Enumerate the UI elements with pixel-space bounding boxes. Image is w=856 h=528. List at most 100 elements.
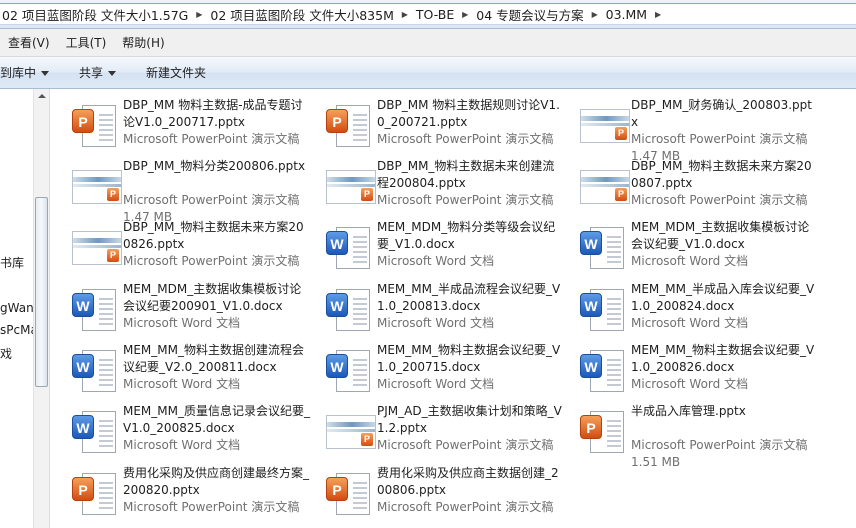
file-name: MEM_MDM_物料分类等级会议纪要_V1.0.docx — [377, 220, 556, 251]
chevron-right-icon[interactable]: ▶ — [456, 10, 474, 19]
word-icon: W — [326, 289, 376, 331]
slide-thumbnail-icon: P — [72, 227, 122, 269]
powerpoint-icon: P — [580, 411, 630, 453]
file-item[interactable]: P PJM_AD_主数据收集计划和策略_V1.2.pptx Microsoft Po… — [304, 401, 562, 459]
address-bar: 02 项目蓝图阶段 文件大小1.57G ▶ 02 项目蓝图阶段 文件大小835M… — [0, 0, 856, 29]
file-name: MEM_MM_物料主数据会议纪要_V1.0_200715.docx — [377, 343, 561, 374]
file-name: DBP_MM_物料主数据未来方案200807.pptx — [631, 159, 812, 190]
file-item[interactable]: W MEM_MM_半成品流程会议纪要_V1.0_200813.docx Micros… — [304, 279, 560, 337]
file-item[interactable]: P 费用化采购及供应商主数据创建_200806.pptx Microsoft Pow… — [304, 463, 559, 521]
file-name: MEM_MM_质量信息记录会议纪要_V1.0_200825.docx — [123, 404, 310, 435]
include-in-library-label: 到库中 — [0, 66, 37, 80]
breadcrumb-item[interactable]: 03.MM — [604, 7, 649, 22]
file-item[interactable]: W MEM_MDM_主数据收集模板讨论会议纪要_V1.0.docx Microsof… — [558, 217, 810, 275]
file-name: DBP_MM_物料主数据未来方案200826.pptx — [123, 220, 304, 251]
menu-bar: 查看(V) 工具(T) 帮助(H) — [0, 29, 856, 57]
new-folder-button[interactable]: 新建文件夹 — [130, 64, 220, 81]
chevron-right-icon[interactable]: ▶ — [396, 10, 414, 19]
file-name: MEM_MDM_主数据收集模板讨论会议纪要_V1.0.docx — [631, 220, 810, 251]
file-size: 1.51 MB — [631, 455, 681, 469]
scroll-up-arrow-icon[interactable] — [38, 94, 46, 98]
word-icon: W — [326, 350, 376, 392]
file-item[interactable]: P DBP_MM 物料主数据-成品专题讨论V1.0_200717.pptx Micr… — [50, 95, 303, 153]
file-item[interactable]: P DBP_MM_物料分类200806.pptx Microsoft PowerPo… — [50, 156, 305, 224]
powerpoint-icon: P — [326, 473, 376, 515]
file-item[interactable]: P DBP_MM 物料主数据规则讨论V1.0_200721.pptx Microso… — [304, 95, 560, 153]
file-item[interactable]: W MEM_MDM_物料分类等级会议纪要_V1.0.docx Microsoft W… — [304, 217, 556, 275]
word-icon: W — [326, 227, 376, 269]
file-item[interactable]: P 半成品入库管理.pptx Microsoft PowerPoint 演示文稿 1.… — [558, 401, 810, 469]
chevron-right-icon[interactable]: ▶ — [190, 10, 208, 19]
share-label: 共享 — [79, 66, 104, 80]
chevron-right-icon[interactable]: ▶ — [649, 10, 667, 19]
slide-thumbnail-icon: P — [326, 166, 376, 208]
file-type: Microsoft PowerPoint 演示文稿 — [631, 193, 808, 207]
word-icon: W — [580, 227, 630, 269]
file-item[interactable]: W MEM_MM_物料主数据会议纪要_V1.0_200715.docx Micros… — [304, 340, 560, 398]
word-icon: W — [72, 411, 122, 453]
file-item[interactable]: P 费用化采购及供应商创建最终方案_200820.pptx Microsoft Po… — [50, 463, 309, 521]
file-type: Microsoft PowerPoint 演示文稿 — [631, 132, 808, 146]
nav-scrollbar[interactable] — [33, 89, 49, 528]
file-item[interactable]: W MEM_MM_物料主数据会议纪要_V1.0_200826.docx Micros… — [558, 340, 814, 398]
breadcrumb[interactable]: 02 项目蓝图阶段 文件大小1.57G ▶ 02 项目蓝图阶段 文件大小835M… — [0, 3, 856, 25]
powerpoint-icon: P — [72, 473, 122, 515]
nav-item-user[interactable]: gWan — [0, 301, 34, 315]
file-list: P DBP_MM 物料主数据-成品专题讨论V1.0_200717.pptx Micr… — [50, 89, 856, 528]
file-type: Microsoft Word 文档 — [123, 377, 241, 391]
nav-item-library[interactable]: 书库 — [0, 254, 24, 271]
file-type: Microsoft PowerPoint 演示文稿 — [123, 193, 300, 207]
file-item[interactable]: P DBP_MM_物料主数据未来创建流程200804.pptx Microsoft … — [304, 156, 556, 214]
file-type: Microsoft Word 文档 — [377, 316, 495, 330]
menu-view[interactable]: 查看(V) — [0, 34, 58, 51]
file-type: Microsoft PowerPoint 演示文稿 — [123, 500, 300, 514]
file-item[interactable]: P DBP_MM_物料主数据未来方案200826.pptx Microsoft Po… — [50, 217, 304, 275]
slide-thumbnail-icon: P — [72, 166, 122, 208]
powerpoint-icon: P — [326, 105, 376, 147]
file-type: Microsoft PowerPoint 演示文稿 — [631, 438, 808, 452]
file-name: MEM_MM_物料主数据创建流程会议纪要_V2.0_200811.docx — [123, 343, 304, 374]
file-name: 费用化采购及供应商主数据创建_200806.pptx — [377, 466, 559, 497]
nav-item-games[interactable]: 戏 — [0, 345, 12, 362]
slide-thumbnail-icon: P — [326, 411, 376, 453]
file-name: 费用化采购及供应商创建最终方案_200820.pptx — [123, 466, 310, 497]
share-button[interactable]: 共享 — [63, 64, 130, 81]
file-item[interactable]: W MEM_MDM_主数据收集模板讨论会议纪要200901_V1.0.docx Mi… — [50, 279, 302, 337]
menu-help[interactable]: 帮助(H) — [114, 34, 172, 51]
file-name: DBP_MM_财务确认_200803.pptx — [631, 98, 812, 129]
file-item[interactable]: P DBP_MM_物料主数据未来方案200807.pptx Microsoft Po… — [558, 156, 812, 214]
file-type: Microsoft Word 文档 — [631, 254, 749, 268]
file-type: Microsoft PowerPoint 演示文稿 — [377, 438, 554, 452]
file-type: Microsoft PowerPoint 演示文稿 — [377, 132, 554, 146]
file-item[interactable]: W MEM_MM_质量信息记录会议纪要_V1.0_200825.docx Micro… — [50, 401, 310, 459]
menu-tools[interactable]: 工具(T) — [58, 34, 115, 51]
word-icon: W — [72, 289, 122, 331]
chevron-down-icon — [108, 71, 117, 76]
chevron-down-icon — [41, 71, 50, 76]
word-icon: W — [580, 289, 630, 331]
file-item[interactable]: P DBP_MM_财务确认_200803.pptx Microsoft PowerP… — [558, 95, 812, 163]
slide-thumbnail-icon: P — [580, 105, 630, 147]
file-type: Microsoft Word 文档 — [631, 377, 749, 391]
file-type: Microsoft Word 文档 — [123, 438, 241, 452]
file-name: PJM_AD_主数据收集计划和策略_V1.2.pptx — [377, 404, 562, 435]
file-name: 半成品入库管理.pptx — [631, 404, 746, 418]
chevron-right-icon[interactable]: ▶ — [586, 10, 604, 19]
file-item[interactable]: W MEM_MM_半成品入库会议纪要_V1.0_200824.docx Micros… — [558, 279, 814, 337]
scrollbar-thumb[interactable] — [35, 197, 48, 387]
file-name: MEM_MDM_主数据收集模板讨论会议纪要200901_V1.0.docx — [123, 282, 302, 313]
include-in-library-button[interactable]: 到库中 — [0, 64, 63, 81]
file-type: Microsoft PowerPoint 演示文稿 — [123, 254, 300, 268]
file-type: Microsoft PowerPoint 演示文稿 — [377, 500, 554, 514]
file-type: Microsoft PowerPoint 演示文稿 — [377, 193, 554, 207]
breadcrumb-item[interactable]: 04 专题会议与方案 — [474, 5, 585, 24]
file-name: DBP_MM_物料主数据未来创建流程200804.pptx — [377, 159, 555, 190]
file-type: Microsoft Word 文档 — [377, 377, 495, 391]
file-type: Microsoft PowerPoint 演示文稿 — [123, 132, 300, 146]
navigation-pane: 书库 gWan sPcMa 戏 — [0, 89, 50, 528]
file-item[interactable]: W MEM_MM_物料主数据创建流程会议纪要_V2.0_200811.docx Mi… — [50, 340, 304, 398]
file-name: DBP_MM_物料分类200806.pptx — [123, 159, 306, 173]
breadcrumb-item[interactable]: 02 项目蓝图阶段 文件大小835M — [208, 5, 396, 24]
breadcrumb-item[interactable]: 02 项目蓝图阶段 文件大小1.57G — [0, 5, 190, 24]
breadcrumb-item[interactable]: TO-BE — [414, 7, 456, 22]
